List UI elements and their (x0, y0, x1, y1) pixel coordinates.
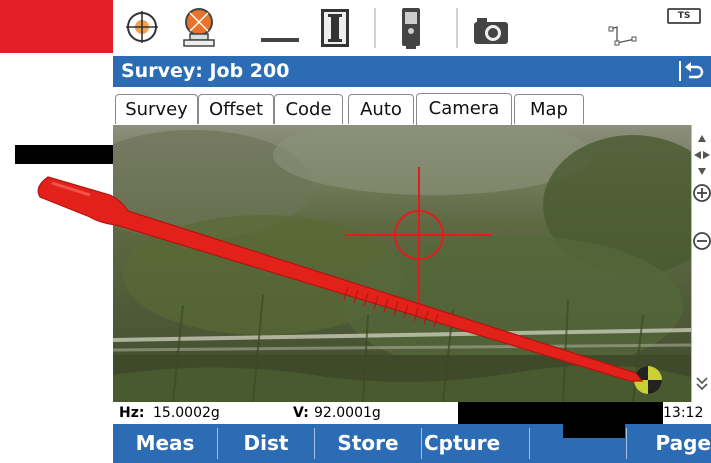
ts-battery-icon: TS (667, 8, 701, 24)
redaction-bar (563, 418, 625, 438)
target-icon[interactable] (125, 10, 159, 48)
tab-code[interactable]: Code (274, 94, 343, 124)
store-softkey[interactable]: Store (315, 424, 421, 463)
app-title: Survey: Job 200 (121, 60, 290, 82)
v-label: V: (293, 405, 309, 421)
clock-time: 13:12 (663, 405, 704, 421)
title-bar: Survey: Job 200 (113, 56, 711, 87)
tab-offset[interactable]: Offset (198, 94, 274, 124)
v-value: 92.0001g (314, 405, 381, 421)
prism-icon[interactable] (180, 6, 218, 52)
expand-down-icon[interactable] (692, 375, 711, 397)
polyline-icon[interactable] (608, 25, 638, 51)
camera-view[interactable] (113, 125, 691, 402)
dist-softkey[interactable]: Dist (218, 424, 314, 463)
meas-softkey[interactable]: Meas (113, 424, 217, 463)
tab-auto[interactable]: Auto (348, 94, 414, 124)
redaction-bar (15, 145, 123, 164)
device-screen: TS Survey: Job 200 Survey Offset Code Au… (113, 0, 711, 463)
cpture-softkey[interactable]: Cpture (422, 424, 531, 463)
zoom-in-icon[interactable] (692, 183, 711, 207)
underscore-icon[interactable] (261, 38, 299, 42)
toolbar-separator (374, 8, 376, 48)
page-softkey[interactable]: Page (627, 424, 711, 463)
redaction-bar (458, 402, 663, 424)
zoom-out-icon[interactable] (692, 231, 711, 255)
camera-icon[interactable] (473, 16, 509, 50)
back-icon[interactable] (677, 58, 705, 84)
hz-value: 15.0002g (153, 405, 220, 421)
hz-label: Hz: (119, 405, 145, 421)
crosshair-reticle (345, 167, 491, 303)
brand-red-block (0, 0, 113, 53)
top-toolbar: TS (113, 0, 711, 56)
toolbar-separator (456, 8, 458, 48)
text-cursor-icon[interactable] (320, 8, 350, 52)
tab-survey[interactable]: Survey (115, 94, 198, 124)
camera-sidebar (691, 125, 711, 402)
tab-map[interactable]: Map (514, 94, 584, 124)
total-station-icon[interactable] (400, 6, 422, 54)
pan-arrows-icon[interactable] (692, 133, 711, 181)
tab-bar: Survey Offset Code Auto Camera Map (113, 87, 711, 126)
tab-camera[interactable]: Camera (416, 93, 512, 125)
